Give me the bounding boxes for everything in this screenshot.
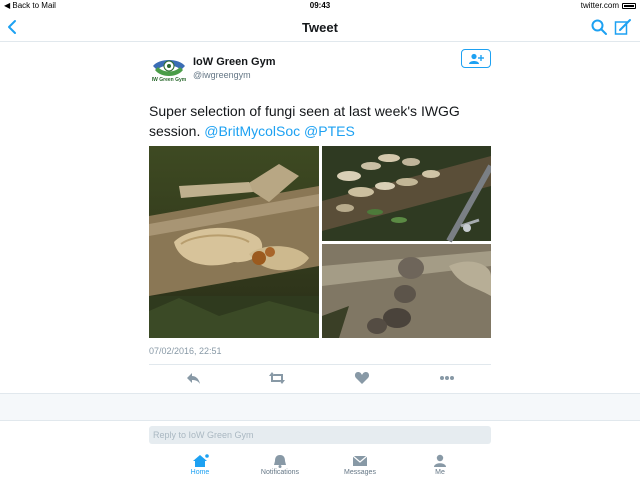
fungi-photo-2[interactable]: [322, 146, 491, 243]
battery-icon: [622, 2, 636, 9]
envelope-icon: [352, 455, 368, 466]
nav-bar: Tweet: [0, 12, 640, 42]
divider: [149, 364, 491, 365]
tab-me-label: Me: [435, 469, 445, 476]
tab-bar: Home Notifications Messages Me: [0, 448, 640, 480]
follow-button[interactable]: [461, 49, 491, 68]
tab-messages-label: Messages: [344, 469, 376, 476]
status-right: twitter.com: [581, 1, 636, 10]
search-icon: [591, 19, 607, 35]
page-title: Tweet: [302, 20, 338, 35]
home-icon: [193, 454, 209, 467]
status-bar: ◀ Back to Mail 09:43 twitter.com: [0, 0, 640, 12]
more-button[interactable]: [439, 371, 455, 385]
tab-home[interactable]: Home: [160, 454, 240, 476]
heart-icon: [354, 372, 370, 384]
bell-icon: [274, 455, 286, 468]
display-name[interactable]: IoW Green Gym: [193, 56, 276, 68]
reply-button[interactable]: [185, 371, 201, 385]
clock: 09:43: [309, 1, 331, 10]
tab-me[interactable]: Me: [400, 454, 480, 476]
fungi-photo-3[interactable]: [322, 244, 491, 338]
more-dots-icon: [440, 376, 454, 380]
reply-input[interactable]: Reply to IoW Green Gym: [149, 426, 491, 444]
site-label: twitter.com: [580, 1, 619, 10]
tab-notifications[interactable]: Notifications: [240, 454, 320, 476]
search-button[interactable]: [590, 18, 608, 36]
retweet-icon: [269, 372, 285, 384]
like-button[interactable]: [354, 371, 370, 385]
add-user-icon: [469, 53, 484, 64]
tab-home-label: Home: [190, 469, 210, 476]
user-handle[interactable]: @iwgreengym: [193, 70, 251, 80]
reply-icon: [187, 373, 200, 384]
compose-icon: [614, 19, 631, 35]
mention-ptes[interactable]: @PTES: [304, 123, 355, 139]
media-grid: [149, 146, 491, 338]
avatar-caption: IW Green Gym: [151, 77, 187, 83]
tweet-text: Super selection of fungi seen at last we…: [149, 101, 494, 141]
mention-britmycolsoc[interactable]: @BritMycolSoc: [204, 123, 300, 139]
reply-placeholder: Reply to IoW Green Gym: [153, 430, 254, 440]
gray-separator: [0, 393, 640, 421]
tab-notifications-label: Notifications: [260, 469, 300, 476]
fungi-photo-1[interactable]: [149, 146, 319, 338]
compose-button[interactable]: [614, 18, 632, 36]
tab-messages[interactable]: Messages: [320, 454, 400, 476]
person-icon: [434, 454, 446, 467]
tweet-timestamp: 07/02/2016, 22:51: [149, 346, 222, 356]
retweet-button[interactable]: [269, 371, 285, 385]
